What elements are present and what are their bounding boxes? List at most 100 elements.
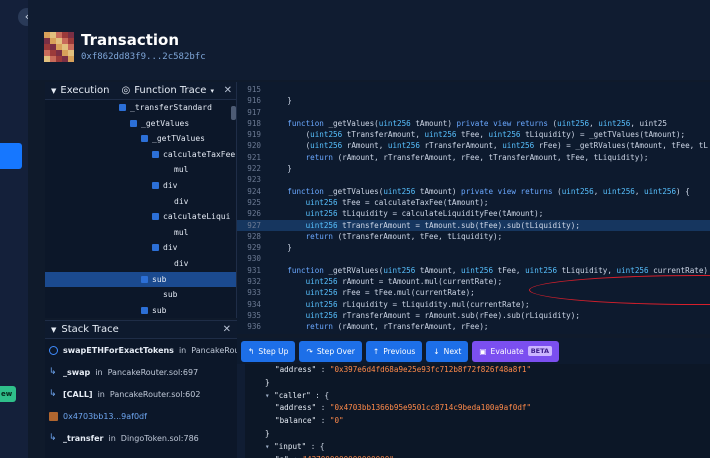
tree-toggle-icon[interactable] [119, 104, 126, 111]
json-key: "a" [275, 455, 289, 458]
tree-toggle-icon[interactable] [152, 150, 159, 158]
json-line[interactable]: "address" : "0x4703bb1366b95e9501cc8714c… [237, 402, 710, 415]
tree-toggle-icon[interactable] [141, 306, 148, 314]
previous-button[interactable]: ↑ Previous [365, 340, 423, 362]
line-number: 937 [237, 333, 269, 335]
code-line[interactable]: 930 [237, 253, 710, 264]
line-source: function _getRValues(uint256 tAmount, ui… [287, 265, 708, 275]
json-line[interactable]: "address" : "0x397e6d4fd68a9e25e93fc712b… [237, 364, 710, 377]
tree-toggle-icon[interactable] [130, 119, 137, 127]
tree-row[interactable]: div [45, 256, 236, 272]
target-icon: ◎ [121, 85, 131, 96]
tree-toggle-icon[interactable] [152, 213, 159, 221]
rail-badge[interactable]: ew [0, 386, 16, 402]
tree-row[interactable]: _transferStandard [45, 100, 236, 116]
line-source: return (rAmount, rTransferAmount, rFee, … [305, 152, 649, 162]
json-line[interactable]: } [237, 377, 710, 390]
json-key: "balance" [275, 416, 317, 426]
code-line[interactable]: 928 return (tTransferAmount, tFee, tLiqu… [237, 231, 710, 242]
stack-function-name: _transfer [63, 433, 104, 443]
code-line[interactable]: 935 uint256 rTransferAmount = rAmount.su… [237, 310, 710, 321]
tree-row[interactable]: _getValues [45, 116, 236, 132]
tree-row[interactable]: mul [45, 162, 236, 178]
stack-trace-title: Stack Trace [61, 324, 119, 335]
tree-row-label: calculateTaxFee [163, 149, 236, 159]
tree-row[interactable]: div [45, 178, 236, 194]
stack-trace-item[interactable]: ↳ [CALL] in PancakeRouter.sol:602 [45, 383, 237, 405]
code-line[interactable]: 936 return (rAmount, rTransferAmount, rF… [237, 321, 710, 332]
code-line[interactable]: 931 function _getRValues(uint256 tAmount… [237, 265, 710, 276]
code-line[interactable]: 916 } [237, 95, 710, 106]
json-separator: : { [306, 441, 325, 451]
tree-toggle-icon[interactable] [141, 275, 148, 283]
caret-down-icon[interactable]: ▾ [265, 442, 274, 451]
tree-row-label: sub [152, 305, 167, 315]
tree-row[interactable]: calculateLiqui [45, 209, 236, 225]
code-line[interactable]: 927 uint256 tTransferAmount = tAmount.su… [237, 219, 710, 231]
tree-toggle-icon[interactable] [141, 135, 148, 143]
close-icon[interactable]: ✕ [223, 324, 231, 335]
line-source: uint256 rAmount = tAmount.mul(currentRat… [305, 277, 503, 287]
json-viewer: "address" : "0x397e6d4fd68a9e25e93fc712b… [237, 364, 710, 458]
json-line[interactable]: } [237, 428, 710, 441]
tree-row[interactable]: _getTValues [45, 131, 236, 147]
tree-toggle-icon[interactable] [152, 181, 159, 189]
line-number: 926 [247, 209, 261, 219]
code-line[interactable]: 924 function _getTValues(uint256 tAmount… [237, 186, 710, 197]
json-gutter [237, 364, 245, 458]
tree-row[interactable]: calculateTaxFee [45, 147, 236, 163]
json-line[interactable]: "balance" : "0" [237, 415, 710, 428]
caret-down-icon: ▼ [51, 86, 57, 95]
next-button[interactable]: ↓ Next [426, 340, 469, 362]
stack-file-location: PancakeRouter [191, 345, 237, 355]
stack-trace-panel: ▼ Stack Trace ✕ swapETHForExactTokens in P… [45, 320, 237, 458]
code-line[interactable]: 923 [237, 174, 710, 185]
close-icon[interactable]: ✕ [224, 85, 236, 96]
code-editor: 915 916 } 917 918 function _getValues(uint2… [237, 82, 710, 334]
stack-trace-item[interactable]: ↳ _swap in PancakeRouter.sol:697 [45, 361, 237, 383]
tree-row[interactable]: mul [45, 225, 236, 241]
code-line[interactable]: 918 function _getValues(uint256 tAmount)… [237, 118, 710, 129]
stack-trace-item[interactable]: swapETHForExactTokens in PancakeRouter [45, 339, 237, 361]
stack-file-location: PancakeRouter.sol:697 [107, 367, 199, 377]
line-number: 917 [247, 107, 261, 117]
json-line[interactable]: "a" : "427000000000000000" [237, 454, 710, 458]
step-up-button[interactable]: ↰ Step Up [241, 340, 296, 362]
json-value: "0" [329, 416, 344, 426]
tab-function-trace[interactable]: ◎ Function Trace ▾ [115, 85, 220, 96]
json-line[interactable]: ▾ "input" : { [237, 441, 710, 454]
tree-row[interactable]: sub [45, 287, 236, 303]
code-line[interactable]: 925 uint256 tFee = calculateTaxFee(tAmou… [237, 197, 710, 208]
step-over-button[interactable]: ↷ Step Over [299, 340, 362, 362]
transaction-hash[interactable]: 0xf862dd83f9...2c582bfc [81, 52, 206, 62]
code-line[interactable]: 920 (uint256 rAmount, uint256 rTransferA… [237, 140, 710, 151]
code-line[interactable]: 937 } [237, 333, 710, 335]
tree-row[interactable]: sub [45, 271, 236, 288]
code-line[interactable]: 926 uint256 tLiquidity = calculateLiquid… [237, 208, 710, 219]
rail-active-item[interactable] [0, 143, 22, 169]
json-key: "caller" [274, 390, 311, 400]
tree-row[interactable]: div [45, 240, 236, 256]
code-line[interactable]: 921 return (rAmount, rTransferAmount, rF… [237, 152, 710, 163]
stack-trace-item[interactable]: 0x4703bb13...9af0df [45, 405, 237, 427]
json-line[interactable]: ▾ "caller" : { [237, 390, 710, 403]
stack-trace-item[interactable]: ↳ _transfer in DingoToken.sol:786 [45, 427, 237, 449]
code-line[interactable]: 919 (uint256 tTransferAmount, uint256 tF… [237, 129, 710, 140]
code-line[interactable]: 929 } [237, 242, 710, 253]
tree-row[interactable]: sub [45, 303, 236, 318]
beta-badge: BETA [527, 346, 553, 356]
caret-down-icon[interactable]: ▾ [265, 391, 274, 400]
line-source: (uint256 rAmount, uint256 rTransferAmoun… [269, 141, 708, 151]
debug-toolbar: ↰ Step Up ↷ Step Over ↑ Previous ↓ Next … [237, 338, 710, 364]
tree-row[interactable]: div [45, 194, 236, 210]
code-line[interactable]: 915 [237, 84, 710, 95]
code-line[interactable]: 917 [237, 107, 710, 118]
line-source: } [269, 164, 292, 174]
evaluate-button[interactable]: ▣ Evaluate BETA [472, 340, 560, 362]
line-number: 923 [247, 175, 261, 185]
tab-execution[interactable]: ▼ Execution [45, 85, 115, 96]
tree-scrollbar[interactable] [231, 106, 236, 120]
tree-toggle-icon[interactable] [152, 244, 159, 252]
line-number: 930 [247, 254, 261, 264]
code-line[interactable]: 922 } [237, 163, 710, 174]
